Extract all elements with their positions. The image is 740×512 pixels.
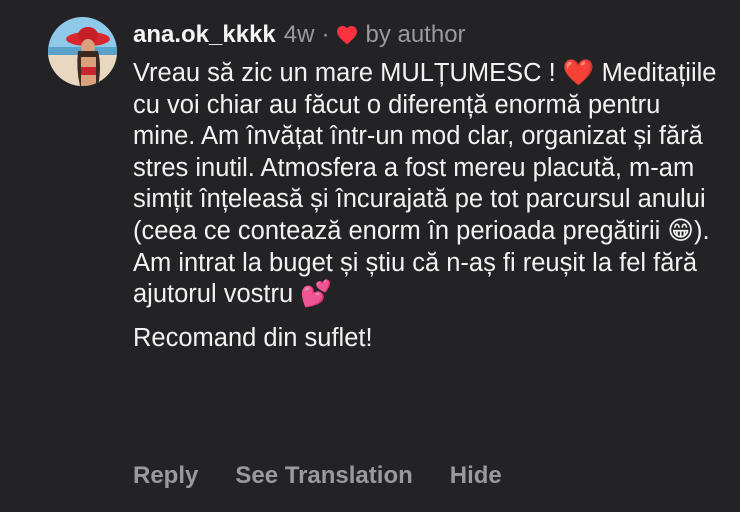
see-translation-button[interactable]: See Translation: [235, 462, 412, 490]
comment-text-part1: Vreau să zic un mare MULȚUMESC ! ❤️ Medi…: [133, 59, 717, 245]
comment-age: 4w: [283, 21, 315, 48]
two-hearts-emoji: 💕: [300, 279, 333, 310]
separator-dot: ·: [321, 21, 330, 48]
comment-body: Vreau să zic un mare MULȚUMESC ! ❤️ Medi…: [133, 58, 723, 354]
avatar-image: [48, 17, 117, 86]
grinning-emoji: 😁: [667, 215, 694, 246]
username[interactable]: ana.ok_kkkk: [133, 21, 276, 49]
comment-paragraph-closing: Recomand din suflet!: [133, 323, 373, 352]
liked-by-label: by author: [365, 21, 466, 48]
hide-button[interactable]: Hide: [450, 462, 502, 490]
reply-button[interactable]: Reply: [133, 462, 198, 490]
heart-icon: [335, 23, 359, 47]
avatar[interactable]: [48, 17, 117, 86]
comment-actions: Reply See Translation Hide: [133, 462, 539, 490]
comment-header: ana.ok_kkkk 4w · by author: [133, 19, 466, 51]
comment-paragraph-main: Vreau să zic un mare MULȚUMESC ! ❤️ Medi…: [133, 58, 723, 311]
